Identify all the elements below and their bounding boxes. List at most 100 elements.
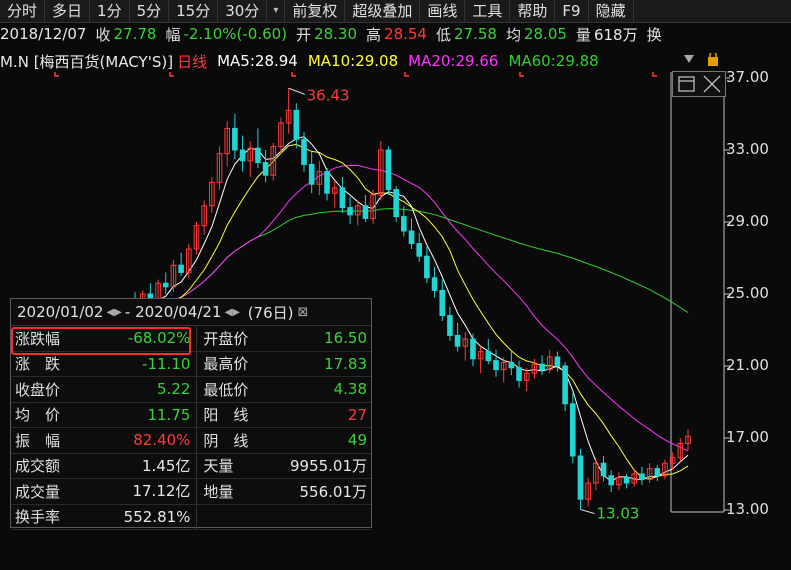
candle-body xyxy=(347,207,353,216)
period-label[interactable]: 日线 xyxy=(177,51,207,72)
toolbar-item-0[interactable]: 分时 xyxy=(0,0,46,22)
stat-value: 17.12亿 xyxy=(80,479,198,504)
candle-body xyxy=(408,230,415,245)
toolbar-item-8[interactable]: 超级叠加 xyxy=(345,0,421,22)
stat-value: 1.45亿 xyxy=(80,453,198,478)
candle-body xyxy=(324,171,330,194)
stats-row: 收盘价 5.22 最低价 4.38 xyxy=(11,377,371,403)
stats-row: 振 幅 82.40% 阴 线 49 xyxy=(11,428,371,454)
restore-icon[interactable] xyxy=(678,76,695,92)
price-axis-label: 21.00 xyxy=(726,356,769,374)
date-separator: - xyxy=(124,303,131,321)
window-controls xyxy=(672,71,726,97)
toolbar-item-11[interactable]: 帮助 xyxy=(510,0,556,22)
stat-value: -11.10 xyxy=(80,351,198,376)
candle-body xyxy=(393,189,399,218)
top-marker xyxy=(291,72,296,77)
candle-body xyxy=(239,149,246,162)
stats-row: 成交量 17.12亿 地量 556.01万 xyxy=(11,479,371,505)
candle-body xyxy=(577,455,584,500)
candle-body xyxy=(339,187,346,209)
top-marker xyxy=(404,72,409,77)
dropdown-triangle-icon xyxy=(684,55,694,63)
change-label: 幅 xyxy=(165,25,181,44)
ma5-value: MA5:28.94 xyxy=(217,52,298,70)
avg-value: 28.05 xyxy=(523,25,567,43)
toolbar-item-10[interactable]: 工具 xyxy=(465,0,511,22)
candle-body xyxy=(262,162,269,176)
candle-body xyxy=(416,243,423,257)
candle-body xyxy=(232,127,238,151)
vol-label: 量 xyxy=(575,25,591,44)
low-annotation: 13.03 xyxy=(596,504,639,522)
toolbar-item-12[interactable]: F9 xyxy=(555,0,589,22)
end-date-arrows-icon[interactable]: ◀▶ xyxy=(225,307,240,318)
candle-body xyxy=(539,363,545,371)
stats-grid: 涨跌幅 -68.02% 开盘价 16.50 涨 跌 -11.10 最高价 17.83 收盘价 5.… xyxy=(11,326,371,530)
stat-value: 82.40% xyxy=(80,428,198,453)
candle-body xyxy=(508,361,515,369)
stat-value: 49 xyxy=(347,431,368,450)
ma20-value: MA20:29.66 xyxy=(408,52,499,70)
end-date: 2020/04/21 xyxy=(135,303,222,321)
price-axis-label: 37.00 xyxy=(726,68,769,86)
lock-icon[interactable] xyxy=(684,51,724,70)
stat-value: 11.75 xyxy=(80,402,198,427)
stat-label: 最高价 xyxy=(203,355,249,374)
stat-label: 地量 xyxy=(203,482,234,501)
day-count: (76日) xyxy=(247,303,294,322)
highlight-box xyxy=(11,327,191,355)
toolbar-item-5[interactable]: 30分 xyxy=(218,0,268,22)
low-label: 低 xyxy=(435,25,451,44)
toolbar-item-1[interactable]: 多日 xyxy=(45,0,91,22)
stat-value: 5.22 xyxy=(80,377,198,402)
start-date-arrows-icon[interactable]: ◀▶ xyxy=(106,307,121,318)
toolbar: 分时 多日 1分 5分 15分 30分 ▾ 前复权 超级叠加 画线 工具 帮助 F9 隐藏 xyxy=(0,0,791,23)
ma10-value: MA10:29.08 xyxy=(307,52,399,70)
top-marker xyxy=(652,72,657,77)
candle-body xyxy=(301,138,307,165)
candle-body xyxy=(178,264,184,273)
high-value: 28.54 xyxy=(384,25,427,43)
candle-body xyxy=(431,277,438,291)
low-value: 27.58 xyxy=(454,25,497,43)
candle-body xyxy=(554,356,561,367)
toolbar-item-4[interactable]: 15分 xyxy=(169,0,219,22)
stats-row: 换手率 552.81% xyxy=(11,504,371,530)
price-axis-label: 13.00 xyxy=(726,500,769,518)
candle-body xyxy=(293,109,300,140)
quote-date: 2018/12/07 xyxy=(0,25,87,43)
toolbar-item-9[interactable]: 画线 xyxy=(420,0,466,22)
stats-row: 均 价 11.75 阳 线 27 xyxy=(11,402,371,428)
change-value: -2.10%(-0.60) xyxy=(183,25,288,43)
candle-body xyxy=(424,255,430,279)
turnover-label: 换 xyxy=(646,25,662,44)
toolbar-item-2[interactable]: 1分 xyxy=(90,0,130,22)
price-axis-label: 17.00 xyxy=(726,428,769,446)
price-axis-label: 33.00 xyxy=(726,140,769,158)
top-marker xyxy=(169,72,174,77)
candle-body xyxy=(162,282,169,288)
toolbar-item-13[interactable]: 隐藏 xyxy=(589,0,634,22)
panel-close-icon[interactable]: ⊠ xyxy=(298,305,309,320)
top-marker xyxy=(519,72,524,77)
toolbar-item-7[interactable]: 前复权 xyxy=(285,0,346,22)
candle-body xyxy=(600,462,607,477)
stat-label: 最低价 xyxy=(203,380,249,399)
stat-label: 开盘价 xyxy=(203,329,249,348)
close-value: 27.78 xyxy=(113,25,157,43)
high-annotation: 36.43 xyxy=(307,86,350,104)
open-label: 开 xyxy=(296,25,312,44)
stat-value: 552.81% xyxy=(80,504,198,529)
close-icon[interactable] xyxy=(703,75,721,93)
avg-label: 均 xyxy=(505,25,521,44)
candle-body xyxy=(362,205,369,219)
toolbar-item-3[interactable]: 5分 xyxy=(130,0,170,22)
candle-body xyxy=(562,365,568,405)
stat-label: 均 价 xyxy=(15,406,61,425)
stock-name: M.N [梅西百货(MACY'S)] xyxy=(0,52,174,71)
stat-label: 阳 线 xyxy=(203,406,249,425)
price-axis: 37.00 33.00 29.00 25.00 21.00 17.00 13.00 xyxy=(672,68,791,570)
toolbar-item-6[interactable]: ▾ xyxy=(267,0,286,22)
price-axis-label: 29.00 xyxy=(726,212,769,230)
